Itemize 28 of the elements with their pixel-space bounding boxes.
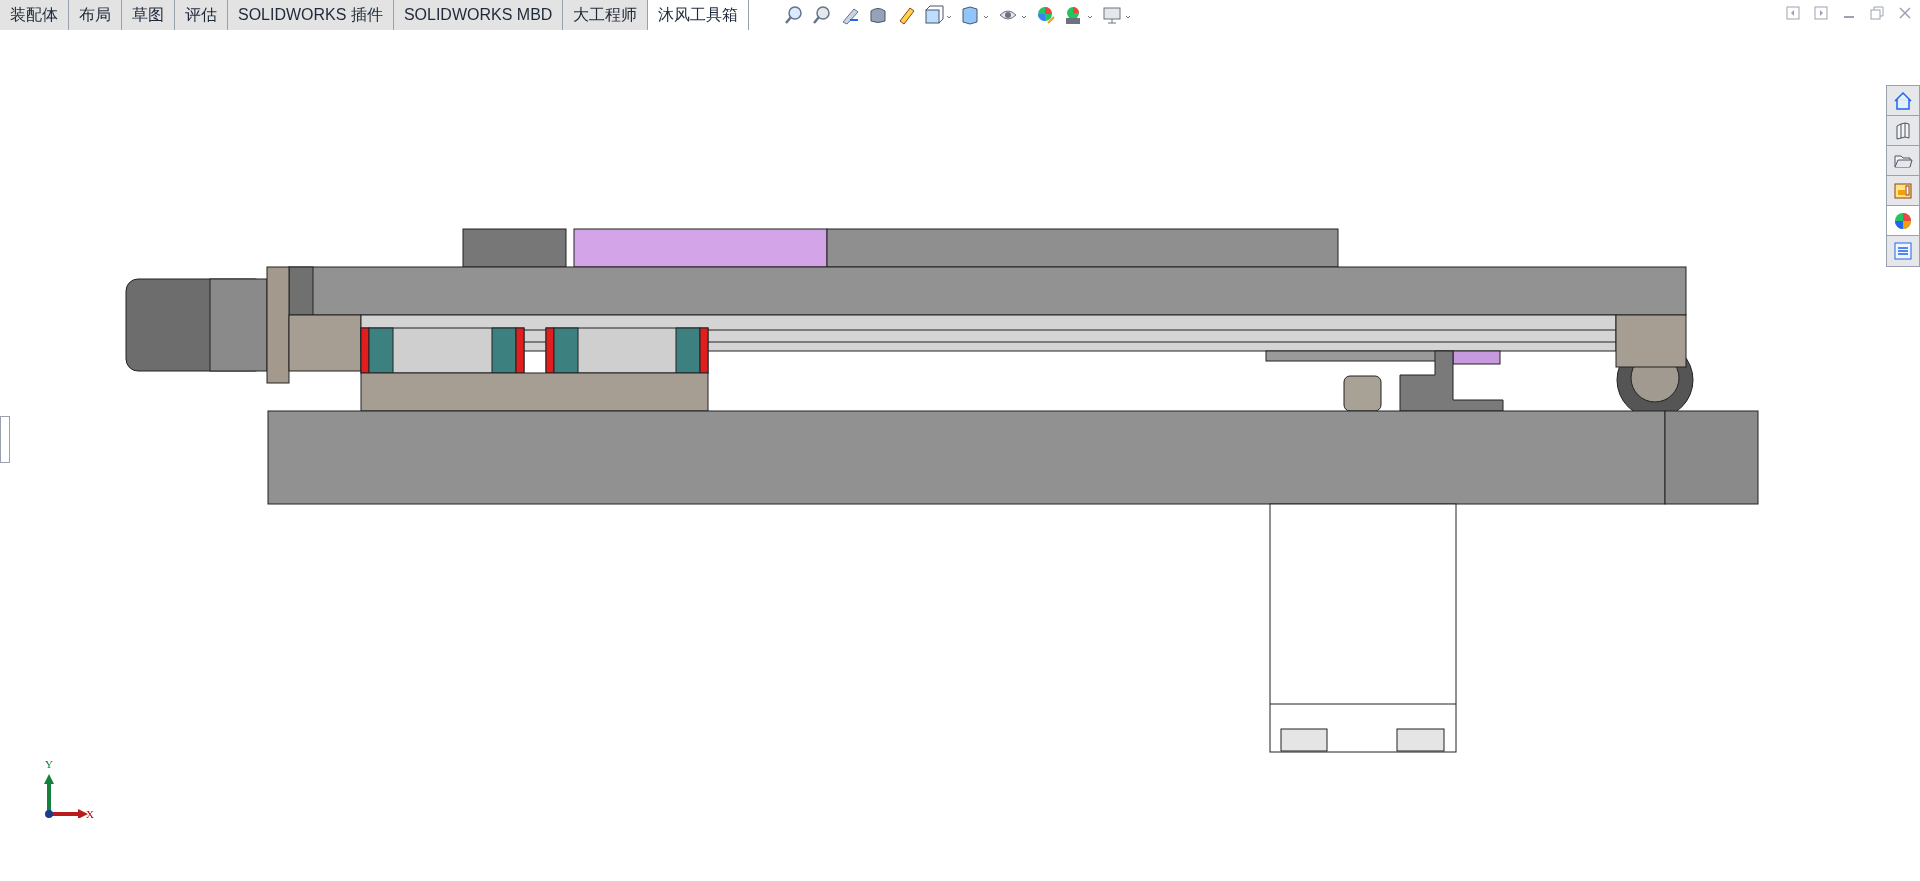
- list-icon: [1893, 241, 1913, 261]
- restore-icon[interactable]: [1870, 6, 1884, 20]
- edit-appearance-icon[interactable]: [1036, 5, 1056, 25]
- y-axis-label: Y: [45, 758, 53, 771]
- dock-right-icon[interactable]: [1814, 6, 1828, 20]
- ribbon-tab[interactable]: SOLIDWORKS MBD: [393, 0, 564, 30]
- ribbon-tab[interactable]: 装配体: [0, 0, 69, 30]
- ribbon-tab[interactable]: 大工程师: [563, 0, 649, 30]
- zoom-area-icon[interactable]: [812, 5, 832, 25]
- ribbon-tab[interactable]: 评估: [175, 0, 228, 30]
- view-orientation-icon[interactable]: [924, 5, 952, 25]
- display-style-icon[interactable]: [960, 5, 990, 25]
- appearances-tab[interactable]: [1887, 206, 1919, 236]
- monitor-icon[interactable]: [1102, 5, 1132, 25]
- ribbon-tab[interactable]: 草图: [122, 0, 175, 30]
- ribbon-tab[interactable]: 布局: [69, 0, 122, 30]
- section-view-icon[interactable]: [868, 5, 888, 25]
- zoom-to-fit-icon[interactable]: [784, 5, 804, 25]
- close-icon[interactable]: [1898, 6, 1912, 20]
- dock-left-icon[interactable]: [1786, 6, 1800, 20]
- ribbon-tab[interactable]: SOLIDWORKS 插件: [228, 0, 394, 30]
- scene-icon[interactable]: [1064, 5, 1094, 25]
- palette-icon: [1893, 180, 1913, 201]
- ribbon-tab[interactable]: 沐风工具箱: [648, 0, 750, 30]
- x-axis-label: X: [86, 808, 94, 821]
- feature-manager-toggle[interactable]: [0, 416, 10, 463]
- color-ball-icon: [1893, 210, 1913, 231]
- home-icon: [1893, 90, 1913, 111]
